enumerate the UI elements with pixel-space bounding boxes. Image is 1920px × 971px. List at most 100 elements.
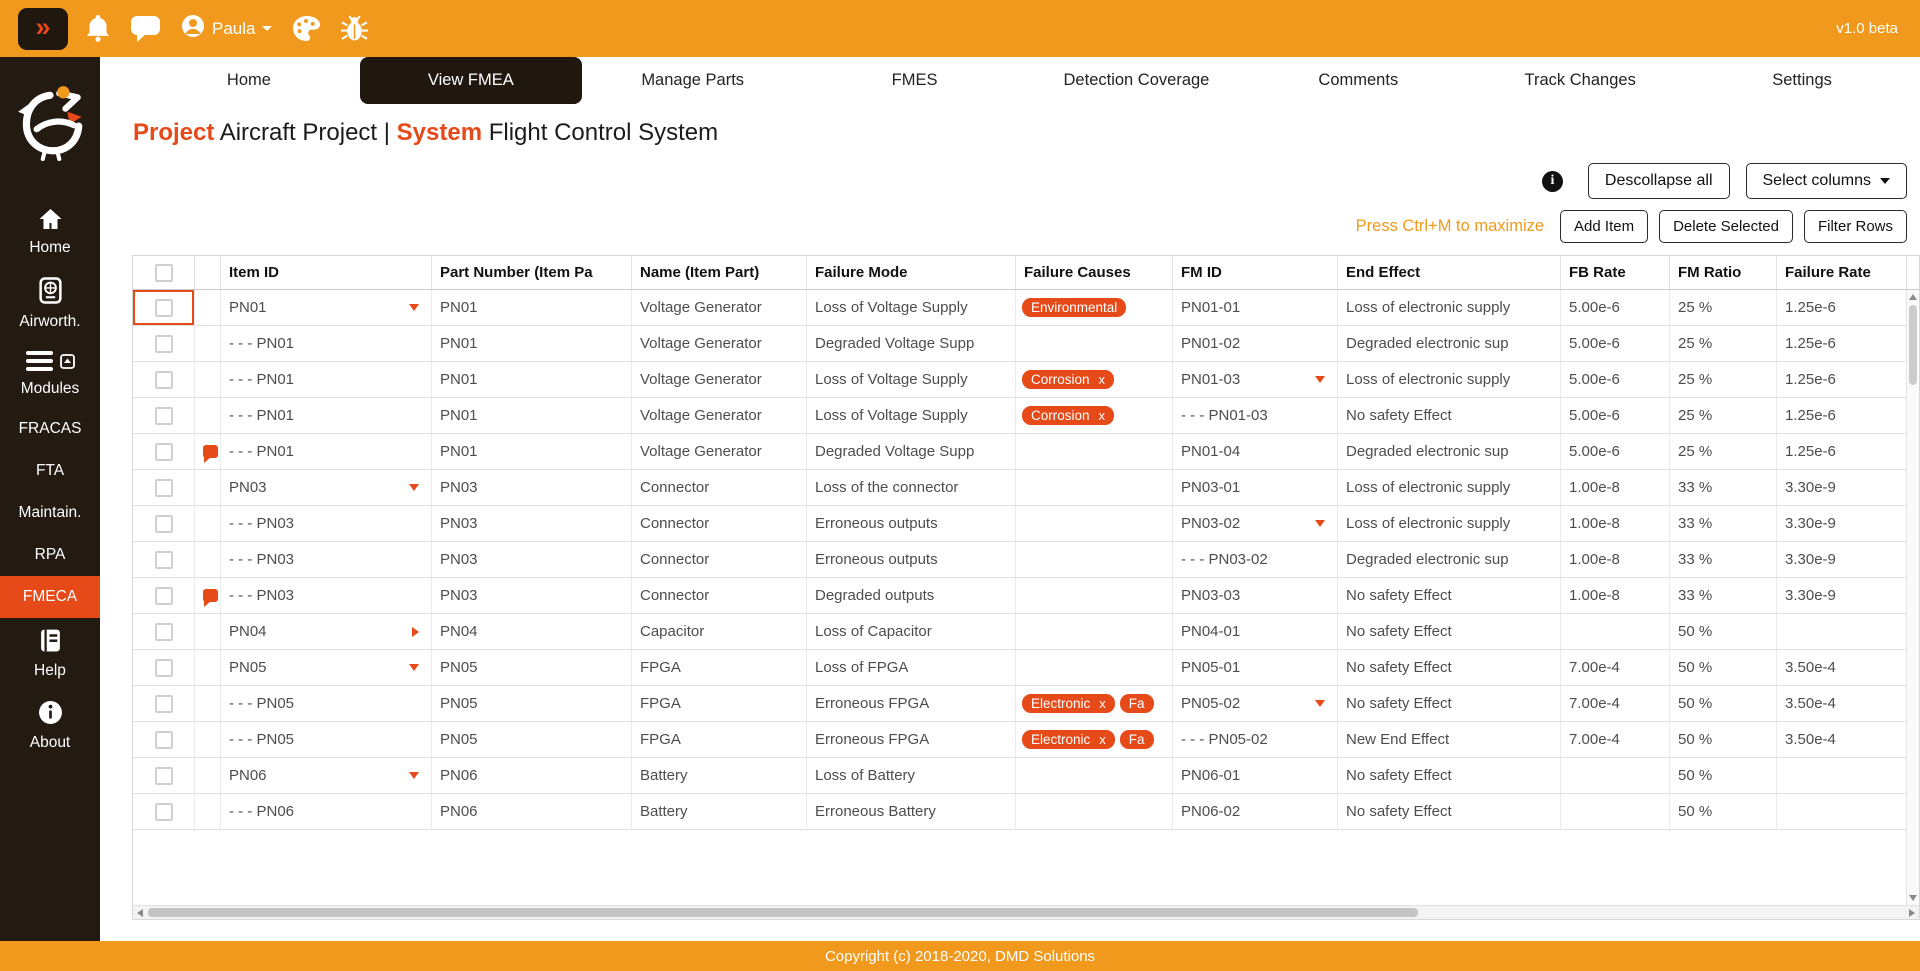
cell-part_number[interactable]: PN01 xyxy=(432,434,632,469)
column-header-fb_rate[interactable]: FB Rate xyxy=(1561,256,1670,289)
cell-fm_ratio[interactable]: 50 % xyxy=(1670,686,1777,721)
cell-fm_ratio[interactable]: 25 % xyxy=(1670,290,1777,325)
failure-cause-badge[interactable]: Electronicx xyxy=(1022,730,1115,749)
cell-end_effect[interactable]: Degraded electronic sup xyxy=(1338,434,1561,469)
sidebar-item-fta[interactable]: FTA xyxy=(0,450,100,492)
collapse-box-icon[interactable] xyxy=(60,354,75,374)
cell-name[interactable]: FPGA xyxy=(632,686,807,721)
cell-failure_mode[interactable]: Loss of Battery xyxy=(807,758,1016,793)
add-item-button[interactable]: Add Item xyxy=(1560,210,1648,243)
cell-name[interactable]: FPGA xyxy=(632,722,807,757)
cell-fb_rate[interactable]: 1.00e-8 xyxy=(1561,470,1670,505)
cell-part_number[interactable]: PN06 xyxy=(432,758,632,793)
failure-cause-badge[interactable]: Fa xyxy=(1120,730,1154,749)
cell-name[interactable]: Connector xyxy=(632,542,807,577)
info-icon[interactable]: i xyxy=(1542,171,1563,192)
tab-comments[interactable]: Comments xyxy=(1247,57,1469,104)
cell-fb_rate[interactable]: 5.00e-6 xyxy=(1561,398,1670,433)
failure-cause-badge[interactable]: Environmental xyxy=(1022,298,1126,317)
cell-select[interactable] xyxy=(133,398,195,433)
bug-icon[interactable] xyxy=(341,15,368,42)
cell-part_number[interactable]: PN03 xyxy=(432,506,632,541)
cell-end_effect[interactable]: No safety Effect xyxy=(1338,686,1561,721)
cell-comment[interactable] xyxy=(195,542,221,577)
sidebar-item-rpa[interactable]: RPA xyxy=(0,534,100,576)
cell-item_id[interactable]: PN01 xyxy=(221,290,432,325)
cell-comment[interactable] xyxy=(195,722,221,757)
cell-part_number[interactable]: PN04 xyxy=(432,614,632,649)
cell-fm_id[interactable]: - - - PN03-02 xyxy=(1173,542,1338,577)
cell-end_effect[interactable]: Loss of electronic supply xyxy=(1338,506,1561,541)
cell-failure_causes[interactable]: Corrosionx xyxy=(1016,362,1173,397)
cell-comment[interactable] xyxy=(195,434,221,469)
cell-failure_rate[interactable]: 3.50e-4 xyxy=(1777,686,1907,721)
cell-select[interactable] xyxy=(133,794,195,829)
column-header-comment[interactable] xyxy=(195,256,221,289)
cell-part_number[interactable]: PN06 xyxy=(432,794,632,829)
cell-item_id[interactable]: - - - PN03 xyxy=(221,578,432,613)
cell-select[interactable] xyxy=(133,686,195,721)
row-checkbox[interactable] xyxy=(155,479,173,497)
cell-part_number[interactable]: PN05 xyxy=(432,722,632,757)
cell-fm_ratio[interactable]: 33 % xyxy=(1670,578,1777,613)
cell-name[interactable]: Battery xyxy=(632,794,807,829)
cell-failure_rate[interactable]: 3.30e-9 xyxy=(1777,470,1907,505)
cell-comment[interactable] xyxy=(195,326,221,361)
cell-name[interactable]: FPGA xyxy=(632,650,807,685)
row-checkbox[interactable] xyxy=(155,407,173,425)
cell-end_effect[interactable]: Degraded electronic sup xyxy=(1338,542,1561,577)
row-checkbox[interactable] xyxy=(155,731,173,749)
cell-end_effect[interactable]: No safety Effect xyxy=(1338,794,1561,829)
cell-failure_causes[interactable]: ElectronicxFa xyxy=(1016,686,1173,721)
cell-fb_rate[interactable]: 5.00e-6 xyxy=(1561,362,1670,397)
cell-fm_id[interactable]: PN06-01 xyxy=(1173,758,1338,793)
column-header-end_effect[interactable]: End Effect xyxy=(1338,256,1561,289)
delete-selected-button[interactable]: Delete Selected xyxy=(1659,210,1793,243)
cell-failure_rate[interactable]: 1.25e-6 xyxy=(1777,398,1907,433)
cell-fm_ratio[interactable]: 25 % xyxy=(1670,434,1777,469)
comment-indicator-icon[interactable] xyxy=(203,445,218,458)
cell-select[interactable] xyxy=(133,578,195,613)
sidebar-item-fmeca[interactable]: FMECA xyxy=(0,576,100,618)
sidebar-item-fracas[interactable]: FRACAS xyxy=(0,408,100,450)
failure-cause-badge[interactable]: Electronicx xyxy=(1022,694,1115,713)
cell-failure_mode[interactable]: Degraded Voltage Supp xyxy=(807,326,1016,361)
cell-part_number[interactable]: PN05 xyxy=(432,650,632,685)
column-header-fm_id[interactable]: FM ID xyxy=(1173,256,1338,289)
scroll-down-icon[interactable] xyxy=(1909,895,1917,901)
row-checkbox[interactable] xyxy=(155,515,173,533)
cell-part_number[interactable]: PN01 xyxy=(432,326,632,361)
horizontal-scroll-thumb[interactable] xyxy=(148,908,1418,917)
cell-item_id[interactable]: - - - PN03 xyxy=(221,542,432,577)
cell-end_effect[interactable]: Loss of electronic supply xyxy=(1338,290,1561,325)
user-menu[interactable]: Paula xyxy=(181,14,272,43)
cell-failure_causes[interactable]: Corrosionx xyxy=(1016,398,1173,433)
cell-item_id[interactable]: - - - PN01 xyxy=(221,326,432,361)
cell-end_effect[interactable]: No safety Effect xyxy=(1338,758,1561,793)
cell-fb_rate[interactable]: 1.00e-8 xyxy=(1561,542,1670,577)
cell-part_number[interactable]: PN01 xyxy=(432,362,632,397)
cell-failure_mode[interactable]: Loss of Voltage Supply xyxy=(807,290,1016,325)
remove-cause-icon[interactable]: x xyxy=(1099,732,1106,747)
cell-failure_mode[interactable]: Degraded outputs xyxy=(807,578,1016,613)
cell-select[interactable] xyxy=(133,506,195,541)
row-checkbox[interactable] xyxy=(155,551,173,569)
cell-name[interactable]: Connector xyxy=(632,506,807,541)
row-checkbox[interactable] xyxy=(155,443,173,461)
select-all-header[interactable] xyxy=(133,256,195,289)
cell-failure_rate[interactable]: 1.25e-6 xyxy=(1777,326,1907,361)
cell-fm_id[interactable]: - - - PN05-02 xyxy=(1173,722,1338,757)
cell-comment[interactable] xyxy=(195,398,221,433)
filter-rows-button[interactable]: Filter Rows xyxy=(1804,210,1907,243)
cell-select[interactable] xyxy=(133,434,195,469)
column-header-failure_causes[interactable]: Failure Causes xyxy=(1016,256,1173,289)
cell-item_id[interactable]: - - - PN01 xyxy=(221,434,432,469)
select-columns-button[interactable]: Select columns xyxy=(1746,163,1908,199)
chat-icon[interactable] xyxy=(131,16,160,42)
row-checkbox[interactable] xyxy=(155,695,173,713)
collapse-caret-icon[interactable] xyxy=(409,664,419,671)
cell-failure_causes[interactable] xyxy=(1016,758,1173,793)
cell-item_id[interactable]: PN03 xyxy=(221,470,432,505)
cell-failure_rate[interactable]: 3.30e-9 xyxy=(1777,578,1907,613)
cell-part_number[interactable]: PN01 xyxy=(432,290,632,325)
